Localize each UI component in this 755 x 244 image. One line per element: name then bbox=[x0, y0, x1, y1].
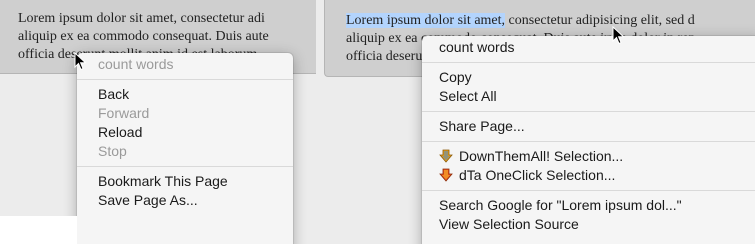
menu-item-search-google[interactable]: Search Google for "Lorem ipsum dol..." bbox=[422, 196, 755, 215]
downthemall-icon bbox=[439, 149, 453, 163]
menu-item-label: DownThemAll! Selection... bbox=[459, 148, 624, 164]
menu-separator bbox=[422, 141, 755, 142]
dta-oneclick-icon bbox=[439, 168, 453, 182]
menu-item-forward[interactable]: Forward bbox=[77, 104, 293, 123]
mouse-pointer-icon bbox=[612, 26, 625, 45]
right-screenshot-panel: Lorem ipsum dolor sit amet, consectetur … bbox=[316, 0, 755, 244]
left-text-line-2: aliquip ex ea commodo consequat. Duis au… bbox=[18, 29, 269, 44]
selected-text[interactable]: Lorem ipsum dolor sit amet, bbox=[346, 13, 506, 28]
left-context-menu: count words Back Forward Reload Stop Boo… bbox=[77, 53, 293, 244]
menu-separator bbox=[422, 190, 755, 191]
menu-item-save-page-as[interactable]: Save Page As... bbox=[77, 191, 293, 210]
menu-item-dta-oneclick-selection[interactable]: dTa OneClick Selection... bbox=[422, 166, 755, 185]
menu-item-copy[interactable]: Copy bbox=[422, 68, 755, 87]
right-context-menu: count words Copy Select All Share Page..… bbox=[422, 36, 755, 244]
menu-separator bbox=[422, 62, 755, 63]
menu-item-view-selection-source[interactable]: View Selection Source bbox=[422, 215, 755, 234]
menu-item-bookmark-page[interactable]: Bookmark This Page bbox=[77, 172, 293, 191]
mouse-pointer-icon bbox=[74, 52, 87, 71]
menu-item-stop[interactable]: Stop bbox=[77, 142, 293, 161]
menu-item-count-words[interactable]: count words bbox=[77, 55, 293, 74]
left-text-line-1: Lorem ipsum dolor sit amet, consectetur … bbox=[18, 11, 265, 26]
menu-item-reload[interactable]: Reload bbox=[77, 123, 293, 142]
unselected-text: consectetur adipisicing elit, sed d bbox=[505, 13, 695, 28]
menu-item-downthemall-selection[interactable]: DownThemAll! Selection... bbox=[422, 147, 755, 166]
menu-item-back[interactable]: Back bbox=[77, 85, 293, 104]
menu-item-share-page[interactable]: Share Page... bbox=[422, 117, 755, 136]
menu-separator bbox=[77, 79, 293, 80]
menu-item-count-words[interactable]: count words bbox=[422, 38, 755, 57]
menu-item-label: dTa OneClick Selection... bbox=[459, 167, 616, 183]
menu-item-select-all[interactable]: Select All bbox=[422, 87, 755, 106]
left-screenshot-panel: Lorem ipsum dolor sit amet, consectetur … bbox=[0, 0, 316, 244]
background-corner bbox=[0, 216, 77, 244]
menu-separator bbox=[77, 166, 293, 167]
right-text-line-1: Lorem ipsum dolor sit amet, consectetur … bbox=[346, 12, 755, 30]
menu-separator bbox=[422, 111, 755, 112]
